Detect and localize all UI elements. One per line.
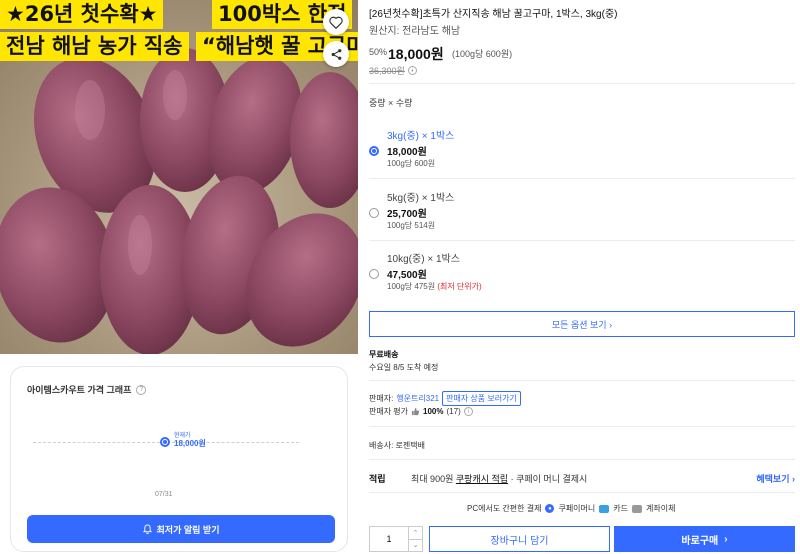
bank-transfer-icon — [632, 504, 642, 513]
option-name: 10kg(중) × 1박스 — [387, 254, 460, 265]
coupang-cash-link[interactable]: 쿠팡캐시 적립 — [456, 474, 508, 484]
divider — [369, 178, 795, 179]
price-graph-card: 아이템스카우트 가격 그래프 ? 현재가 18,000원 07/31 최저가 알… — [10, 366, 348, 552]
option-price: 18,000원 — [387, 147, 427, 158]
heart-icon — [329, 16, 343, 29]
sale-price: 18,000원 — [388, 46, 444, 62]
original-price: 36,300원 i — [369, 64, 417, 77]
seller-row: 판매자: 행운트리321 판매자 상품 보러가기 — [369, 391, 521, 406]
graph-date: 07/31 — [155, 491, 173, 498]
option-unit-price: 100g당 475원 (최저 단위가) — [387, 281, 482, 292]
option-item-10kg[interactable]: 10kg(중) × 1박스 47,500원 100g당 475원 (최저 단위가… — [369, 250, 795, 310]
share-icon — [331, 48, 341, 60]
divider — [369, 83, 795, 84]
banner-direct-shipping: 전남 해남 농가 직송 — [0, 32, 189, 61]
info-icon[interactable]: i — [463, 407, 473, 416]
option-price: 47,500원 — [387, 270, 427, 281]
payment-method-card: 카드 — [613, 504, 628, 513]
seller-rating-count: (17) — [446, 407, 461, 416]
option-radio[interactable] — [369, 269, 379, 279]
carrier-info: 배송사: 로젠택배 — [369, 441, 425, 450]
free-shipping-label: 무료배송 — [369, 350, 399, 359]
divider — [369, 492, 795, 493]
points-max: 최대 900원 — [411, 474, 454, 484]
option-unit-price: 100g당 600원 — [387, 159, 436, 168]
divider — [369, 240, 795, 241]
discount-rate: 50% — [369, 47, 388, 57]
card-icon — [599, 504, 610, 513]
seller-name-link[interactable]: 행운트리321 — [396, 393, 439, 404]
product-title: [26년첫수확]초특가 산지직송 해남 꿀고구마, 1박스, 3kg(중) — [369, 9, 618, 20]
bell-icon — [142, 524, 152, 534]
buy-now-button[interactable]: 바로구매 › — [614, 526, 795, 552]
all-options-button[interactable]: 모든 옵션 보기 › — [369, 311, 795, 337]
seller-rating-row: 판매자 평가 100% (17) i — [369, 406, 473, 417]
pc-payment-row: PC에서도 간편한 결제 ● 쿠페이머니 카드 계좌이체 — [467, 503, 675, 514]
wishlist-button[interactable] — [323, 9, 349, 35]
product-image[interactable]: ★26년 첫수확★ 전남 해남 농가 직송 100박스 한정 “해남햇 꿀 고구… — [0, 0, 358, 354]
buy-now-label: 바로구매 — [681, 535, 719, 547]
divider — [369, 426, 795, 427]
price-graph-title-text: 아이템스카우트 가격 그래프 — [27, 385, 132, 395]
seller-rating-value: 100% — [423, 407, 444, 416]
option-radio-selected[interactable] — [369, 146, 379, 156]
quantity-step-buttons: ⌃ ⌄ — [408, 527, 422, 551]
coupay-icon: ● — [545, 504, 555, 513]
seller-products-button[interactable]: 판매자 상품 보러가기 — [442, 391, 521, 406]
info-icon[interactable]: i — [407, 66, 417, 75]
chevron-right-icon: › — [724, 533, 728, 545]
banner-first-harvest: ★26년 첫수확★ — [0, 0, 164, 29]
product-origin: 원산지: 전라남도 해남 — [369, 26, 461, 37]
seller-label: 판매자: — [369, 394, 394, 403]
points-condition: · 쿠페이 머니 결제시 — [510, 474, 588, 484]
original-price-value: 36,300원 — [369, 66, 405, 76]
unit-price: (100g당 600원) — [452, 49, 513, 59]
product-info-panel: [26년첫수확]초특가 산지직송 해남 꿀고구마, 1박스, 3kg(중) 원산… — [369, 0, 795, 554]
quantity-increase-button[interactable]: ⌃ — [409, 527, 422, 539]
share-button[interactable] — [323, 41, 349, 67]
payment-method-transfer: 계좌이체 — [646, 504, 676, 513]
option-name: 3kg(중) × 1박스 — [387, 131, 455, 142]
option-name: 5kg(중) × 1박스 — [387, 193, 455, 204]
current-price-label: 현재가 18,000원 — [174, 433, 206, 448]
payment-method-coupay: 쿠페이머니 — [558, 504, 596, 513]
current-price-point[interactable] — [160, 437, 170, 447]
option-unit-price: 100g당 514원 — [387, 221, 436, 230]
option-radio[interactable] — [369, 208, 379, 218]
seller-rating-label: 판매자 평가 — [369, 407, 409, 416]
current-price-value: 18,000원 — [174, 438, 206, 448]
pc-payment-text: PC에서도 간편한 결제 — [467, 504, 542, 513]
price-alert-button[interactable]: 최저가 알림 받기 — [27, 515, 335, 543]
points-text: 최대 900원 쿠팡캐시 적립 · 쿠페이 머니 결제시 — [411, 472, 587, 485]
price-graph-title: 아이템스카우트 가격 그래프 ? — [27, 383, 147, 396]
arrival-date: 수요일 8/5 도착 예정 — [369, 363, 439, 372]
thumbs-up-icon — [411, 407, 420, 416]
option-unit-value: 100g당 475원 — [387, 282, 436, 291]
benefits-link[interactable]: 혜택보기 › — [756, 472, 795, 485]
quantity-stepper[interactable]: 1 ⌃ ⌄ — [369, 526, 423, 552]
option-price: 25,700원 — [387, 209, 427, 220]
option-header: 중량 × 수량 — [369, 98, 413, 108]
divider — [369, 380, 795, 381]
quantity-decrease-button[interactable]: ⌄ — [409, 538, 422, 552]
divider — [369, 459, 795, 460]
points-label: 적립 — [369, 474, 386, 484]
price-alert-label: 최저가 알림 받기 — [156, 524, 220, 535]
lowest-unit-badge: (최저 단위가) — [437, 282, 482, 291]
question-icon[interactable]: ? — [136, 384, 147, 395]
quantity-input[interactable]: 1 — [370, 527, 408, 551]
add-to-cart-button[interactable]: 장바구니 담기 — [429, 526, 610, 552]
